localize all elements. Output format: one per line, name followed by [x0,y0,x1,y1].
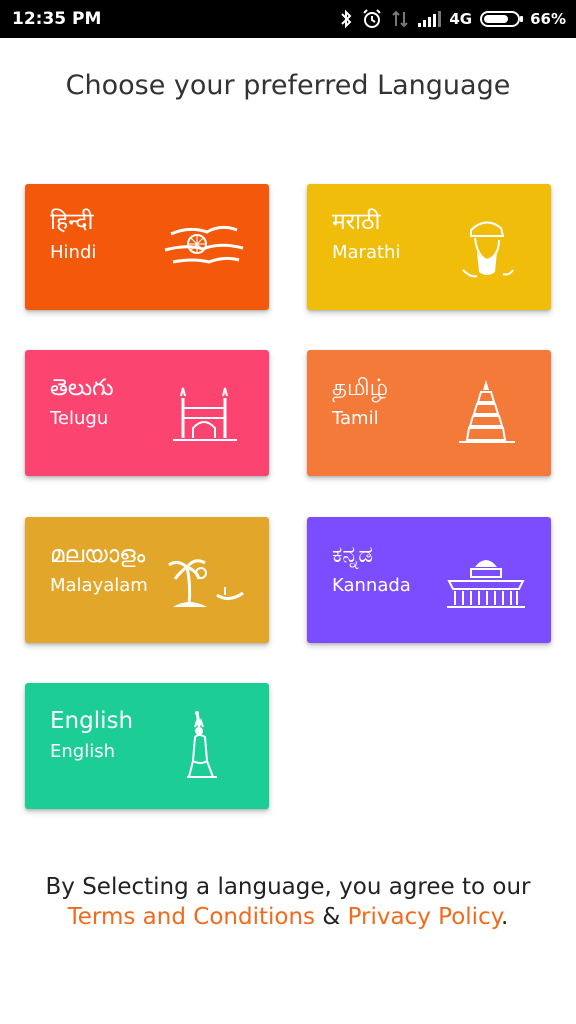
language-native-name: தமிழ் [332,375,389,401]
language-native-name: ಕನ್ನಡ [332,542,373,568]
battery-indicator: 66% [480,10,566,28]
battery-percent: 66% [530,10,566,28]
language-card-telugu[interactable]: తెలుగు Telugu [25,350,269,476]
alarm-icon [363,9,382,28]
status-icons: 4G 66% [339,8,566,30]
status-time: 12:35 PM [12,9,102,29]
language-english-name: Malayalam [50,575,148,596]
vidhana-soudha-icon [447,560,525,608]
privacy-policy-link[interactable]: Privacy Policy [348,904,501,930]
language-card-malayalam[interactable]: മലയാളം Malayalam [25,517,269,643]
language-native-name: English [50,708,134,734]
battery-icon [480,11,524,27]
language-card-marathi[interactable]: मराठी Marathi [307,184,551,310]
language-english-name: Telugu [50,408,109,429]
language-native-name: हिन्दी [50,209,94,235]
statue-of-liberty-icon [187,711,217,778]
language-card-tamil[interactable]: தமிழ் Tamil [307,350,551,476]
page-title: Choose your preferred Language [65,70,511,101]
bluetooth-icon [341,9,352,29]
language-native-name: తెలుగు [50,375,114,401]
palm-boat-icon [168,559,244,607]
signal-icon [418,11,442,27]
status-bar: 12:35 PM 4G 66% [0,0,576,38]
terms-notice-separator: & [315,904,348,930]
language-native-name: മലയാളം [50,542,146,568]
terms-and-conditions-link[interactable]: Terms and Conditions [68,904,315,930]
charminar-icon [173,387,237,441]
network-type: 4G [449,10,473,28]
language-english-name: Tamil [332,408,379,429]
language-english-name: Marathi [332,242,401,263]
terms-notice-end: . [501,904,509,930]
temple-gopuram-icon [459,380,515,443]
chakra-clouds-icon [164,225,244,264]
language-card-english[interactable]: English English [25,683,269,809]
language-english-name: English [50,741,115,762]
language-native-name: मराठी [332,209,381,235]
terms-notice: By Selecting a language, you agree to ou… [10,872,566,932]
language-card-kannada[interactable]: ಕನ್ನಡ Kannada [307,517,551,643]
language-english-name: Kannada [332,575,411,596]
shivaji-portrait-icon [462,221,514,278]
language-card-hindi[interactable]: हिन्दी Hindi [25,184,269,310]
terms-notice-text: By Selecting a language, you agree to ou… [45,874,531,900]
data-transfer-icon [392,10,409,28]
language-english-name: Hindi [50,242,97,263]
